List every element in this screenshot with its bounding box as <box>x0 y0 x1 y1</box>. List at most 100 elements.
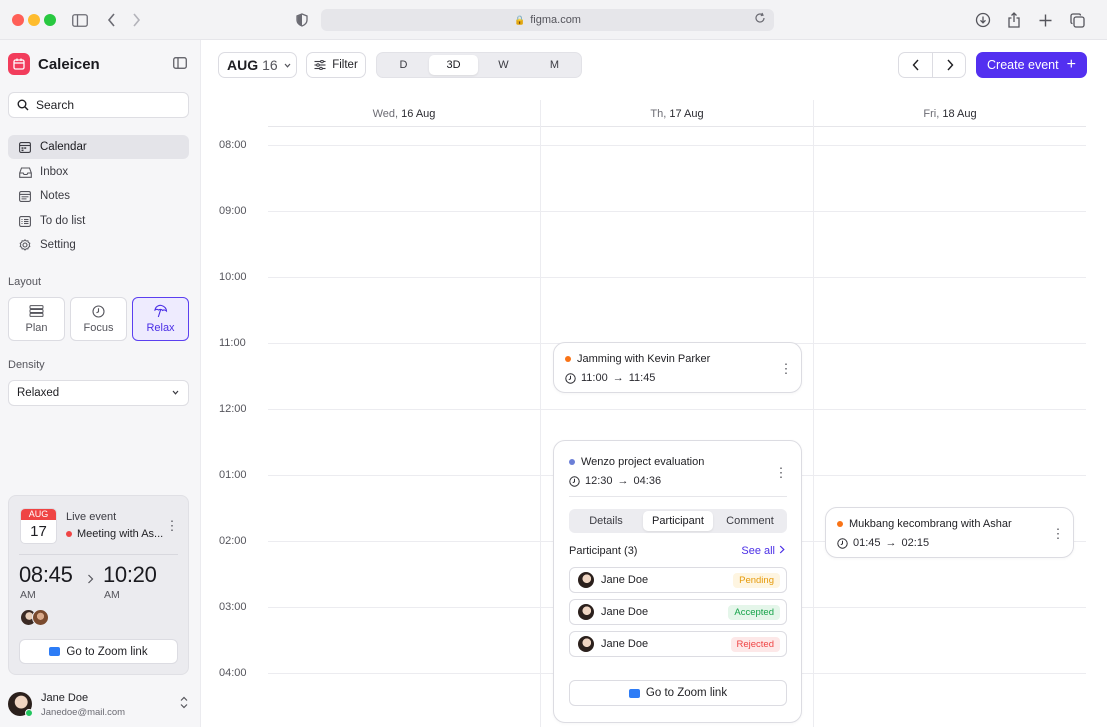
more-icon[interactable]: ⋮ <box>780 361 793 375</box>
event-title: Wenzo project evaluation <box>569 456 704 468</box>
view-month-tab[interactable]: M <box>530 55 579 75</box>
brand[interactable]: Caleicen <box>8 53 100 75</box>
view-day-tab[interactable]: D <box>379 55 428 75</box>
day-header-wed[interactable]: Wed, 16 Aug <box>268 108 540 120</box>
clock-icon <box>569 475 580 487</box>
participant-row[interactable]: Jane Doe Rejected <box>569 631 787 657</box>
browser-toolbar: 🔒 figma.com <box>0 0 1107 40</box>
day-header-fri[interactable]: Fri, 18 Aug <box>814 108 1086 120</box>
address-bar[interactable]: 🔒 figma.com <box>321 9 774 31</box>
live-event-title-text: Meeting with As... <box>77 528 164 540</box>
chevron-right-icon <box>87 573 94 587</box>
live-indicator-dot <box>66 531 72 537</box>
new-tab-icon[interactable] <box>1035 10 1055 30</box>
todo-icon <box>18 214 32 228</box>
hour-gridline <box>268 211 1086 212</box>
live-event-card[interactable]: AUG 17 Live event Meeting with As... ⋮ 0… <box>8 495 189 675</box>
see-all-label: See all <box>741 545 775 557</box>
sidebar-item-label: Inbox <box>40 166 69 178</box>
avatar <box>32 609 49 626</box>
live-event-label: Live event <box>66 511 117 523</box>
view-week-tab[interactable]: W <box>479 55 528 75</box>
sidebar-item-label: Setting <box>40 239 76 251</box>
forward-icon[interactable] <box>126 10 146 30</box>
sidebar-toggle-icon[interactable] <box>70 10 90 30</box>
layout-option-relax[interactable]: Relax <box>132 297 189 341</box>
sidebar-item-setting[interactable]: Setting <box>8 233 189 257</box>
hour-gridline <box>268 277 1086 278</box>
user-account[interactable]: Jane Doe Janedoe@mail.com <box>8 690 189 720</box>
hour-gridline <box>268 409 1086 410</box>
previous-icon[interactable] <box>899 53 932 77</box>
share-icon[interactable] <box>1004 10 1024 30</box>
participant-row[interactable]: Jane Doe Pending <box>569 567 787 593</box>
reload-icon[interactable] <box>754 12 766 27</box>
live-event-title: Meeting with As... <box>66 528 163 540</box>
layout-option-label: Relax <box>146 322 175 334</box>
more-icon[interactable]: ⋮ <box>775 465 788 479</box>
live-end-time: 10:20 <box>103 562 157 587</box>
hour-label: 02:00 <box>219 535 247 547</box>
calendar-icon <box>18 140 32 154</box>
hour-label: 01:00 <box>219 469 247 481</box>
gear-icon <box>18 238 32 252</box>
hour-label: 08:00 <box>219 139 247 151</box>
create-event-label: Create event <box>987 58 1059 72</box>
filter-button[interactable]: Filter <box>306 52 366 78</box>
collapse-sidebar-icon[interactable] <box>173 57 189 71</box>
back-icon[interactable] <box>101 10 121 30</box>
header-divider <box>268 126 1086 127</box>
search-label: Search <box>36 98 75 112</box>
event-time: 11:00 → 11:45 <box>565 372 655 384</box>
download-icon[interactable] <box>973 10 993 30</box>
event-card-mukbang[interactable]: Mukbang kecombrang with Ashar 01:45 → 02… <box>825 507 1074 558</box>
day-header-thu[interactable]: Th, 17 Aug <box>541 108 813 120</box>
sidebar-item-inbox[interactable]: Inbox <box>8 160 189 184</box>
more-icon[interactable]: ⋮ <box>166 518 179 532</box>
participant-row[interactable]: Jane Doe Accepted <box>569 599 787 625</box>
plus-icon: + <box>1066 56 1076 73</box>
tab-details[interactable]: Details <box>571 511 641 531</box>
inbox-icon <box>18 165 32 179</box>
event-start: 12:30 <box>585 475 613 487</box>
event-card-jamming[interactable]: Jamming with Kevin Parker 11:00 → 11:45 … <box>553 342 802 393</box>
zoom-link-button[interactable]: Go to Zoom link <box>569 680 787 706</box>
tabs-overview-icon[interactable] <box>1067 10 1087 30</box>
sidebar-item-todo[interactable]: To do list <box>8 209 189 233</box>
create-event-button[interactable]: Create event + <box>976 52 1087 78</box>
chevron-down-icon <box>283 57 292 73</box>
event-card-wenzo[interactable]: Wenzo project evaluation 12:30 → 04:36 ⋮… <box>553 440 802 723</box>
sidebar-item-calendar[interactable]: Calendar <box>8 135 189 159</box>
zoom-link-label: Go to Zoom link <box>645 687 728 699</box>
next-icon[interactable] <box>933 53 966 77</box>
hour-label: 10:00 <box>219 271 247 283</box>
sidebar-item-notes[interactable]: Notes <box>8 184 189 208</box>
tab-participant[interactable]: Participant <box>643 511 713 531</box>
avatar <box>578 636 594 652</box>
arrow-right-icon: → <box>885 537 897 549</box>
online-status-dot <box>25 709 33 717</box>
month-picker[interactable]: AUG 16 <box>218 52 297 78</box>
clock-icon <box>92 304 105 318</box>
density-select[interactable]: Relaxed <box>8 380 189 406</box>
see-all-link[interactable]: See all <box>741 545 785 557</box>
more-icon[interactable]: ⋮ <box>1052 526 1065 540</box>
weekday-label: Wed, <box>372 108 399 120</box>
date-badge: AUG 17 <box>20 508 57 544</box>
shield-icon[interactable] <box>292 10 312 30</box>
tab-comment[interactable]: Comment <box>715 511 785 531</box>
layout-option-focus[interactable]: Focus <box>70 297 127 341</box>
user-email: Janedoe@mail.com <box>41 707 126 718</box>
close-window-button[interactable] <box>12 14 24 26</box>
maximize-window-button[interactable] <box>44 14 56 26</box>
view-3day-tab[interactable]: 3D <box>429 55 478 75</box>
hour-label: 11:00 <box>219 337 246 349</box>
chevron-up-down-icon[interactable] <box>179 696 189 712</box>
zoom-link-button[interactable]: Go to Zoom link <box>19 639 178 664</box>
divider <box>19 554 178 555</box>
minimize-window-button[interactable] <box>28 14 40 26</box>
event-start: 01:45 <box>853 537 881 549</box>
search-input[interactable]: Search <box>8 92 189 118</box>
umbrella-icon <box>153 304 168 318</box>
layout-option-plan[interactable]: Plan <box>8 297 65 341</box>
